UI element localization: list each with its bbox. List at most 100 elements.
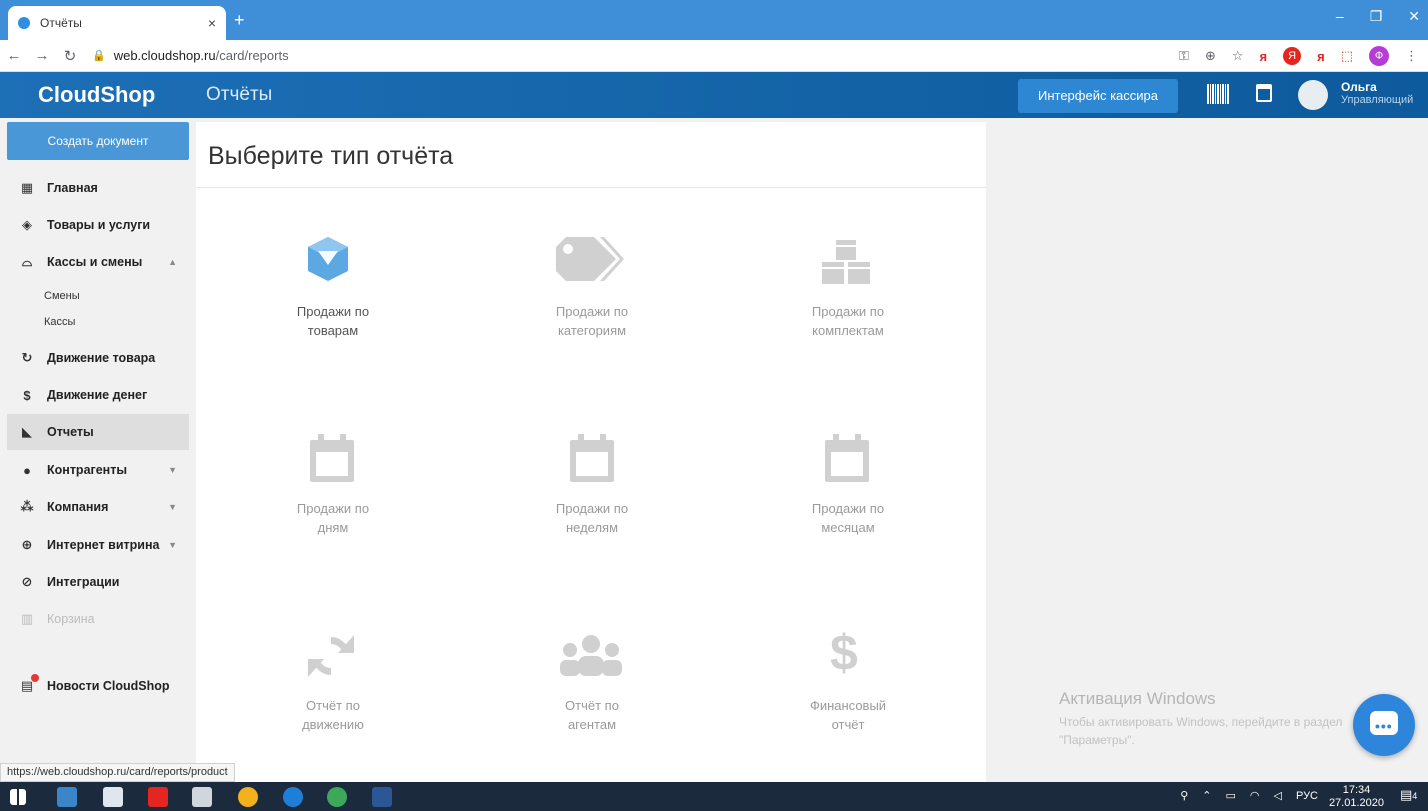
newspaper-icon: ▤ [20, 674, 39, 693]
sidebar-item-reports[interactable]: ◣ Отчеты [7, 414, 189, 450]
menu-dots-icon[interactable]: ⋮ [1405, 48, 1418, 64]
chevron-up-icon: ▲ [168, 257, 177, 267]
dollar-icon: $ [830, 625, 858, 681]
calculator-icon[interactable] [192, 787, 212, 807]
pdf-icon[interactable]: ⬚ [1341, 48, 1353, 64]
sidebar-item-integrations[interactable]: ⊘ Интеграции [7, 564, 189, 600]
clock[interactable]: 17:34 27.01.2020 [1329, 784, 1384, 810]
report-agents[interactable]: Отчёт по агентам [492, 696, 692, 734]
report-sales-by-categories[interactable]: Продажи по категориям [492, 302, 692, 340]
back-icon[interactable]: ← [0, 47, 28, 64]
yandex-icon[interactable]: я [1260, 49, 1268, 64]
sidebar-item-label: Интернет витрина [47, 538, 160, 552]
grid-icon: ▦ [20, 180, 34, 195]
torrent-icon[interactable] [327, 787, 347, 807]
report-movement[interactable]: Отчёт по движению [233, 696, 433, 734]
reload-icon[interactable]: ↻ [56, 47, 84, 65]
sidebar-item-home[interactable]: ▦ Главная [7, 170, 189, 206]
sidebar-item-goods-movement[interactable]: ↻ Движение товара [7, 340, 189, 376]
cashier-interface-button[interactable]: Интерфейс кассира [1018, 79, 1178, 113]
report-sales-by-days[interactable]: Продажи по дням [233, 499, 433, 537]
user-role: Управляющий [1341, 94, 1414, 106]
report-label: комплектам [812, 323, 884, 338]
explorer-icon[interactable] [57, 787, 77, 807]
report-label: агентам [567, 717, 617, 732]
wifi-icon[interactable]: ◠ [1250, 789, 1260, 802]
sidebar-item-label: Движение товара [47, 351, 156, 365]
user-name[interactable]: Ольга [1341, 80, 1377, 94]
profile-icon[interactable]: Ф [1369, 46, 1389, 66]
report-label: Продажи по [811, 501, 885, 516]
yandex-taskbar-icon[interactable] [148, 787, 168, 807]
report-label: Продажи по [555, 501, 629, 516]
url-field[interactable]: 🔒 web.cloudshop.ru/card/reports [92, 48, 289, 63]
sidebar-item-products[interactable]: ◈ Товары и услуги [7, 207, 189, 243]
sidebar-item-web-store[interactable]: ⊕ Интернет витрина ▼ [7, 527, 189, 563]
url-domain: web.cloudshop.ru [113, 48, 216, 63]
chrome-icon[interactable] [238, 787, 258, 807]
report-label: категориям [557, 323, 627, 338]
report-label: Продажи по [555, 304, 629, 319]
group-icon: ⁂ [20, 499, 34, 514]
avatar[interactable] [1298, 80, 1328, 110]
refresh-icon [308, 635, 354, 677]
chat-button[interactable]: ••• [1353, 694, 1415, 756]
report-label: Отчёт по [306, 698, 360, 713]
report-label: Отчёт по [565, 698, 619, 713]
star-icon[interactable]: ☆ [1232, 48, 1244, 64]
reports-panel: Выберите тип отчёта Продажи по товарам П… [196, 122, 986, 782]
tray-expand-icon[interactable]: ⌃ [1202, 789, 1211, 802]
key-icon[interactable]: ⚿ [1179, 48, 1189, 64]
refresh-icon: ↻ [21, 350, 33, 365]
create-document-button[interactable]: Создать документ [7, 122, 189, 160]
zoom-icon[interactable]: ⊕ [1205, 48, 1216, 64]
report-sales-by-weeks[interactable]: Продажи по неделям [492, 499, 692, 537]
barcode-icon[interactable] [1207, 84, 1229, 104]
report-sales-by-months[interactable]: Продажи по месяцам [748, 499, 948, 537]
notifications-icon[interactable]: ▤4 [1400, 787, 1420, 807]
notification-count: 4 [1412, 791, 1418, 801]
sidebar-subitem-shifts[interactable]: Смены [44, 290, 80, 302]
calendar-icon [570, 434, 614, 482]
window-controls: – ❐ ✕ [1336, 8, 1420, 25]
clock-date: 27.01.2020 [1328, 797, 1384, 809]
calendar-icon[interactable] [1256, 84, 1272, 102]
report-financial[interactable]: Финансовый отчёт [748, 696, 948, 734]
window-close-icon[interactable]: ✕ [1408, 8, 1420, 25]
tab-close-icon[interactable]: × [208, 15, 216, 31]
yandex-browser-icon[interactable]: Я [1283, 47, 1302, 65]
user-icon: ● [23, 462, 31, 478]
right-pane [986, 118, 1428, 782]
minimize-icon[interactable]: – [1336, 8, 1344, 25]
people-icon[interactable]: ⚲ [1180, 789, 1188, 802]
report-label: движению [302, 717, 364, 732]
new-tab-icon[interactable]: + [234, 10, 245, 31]
sidebar-item-contractors[interactable]: ● Контрагенты ▼ [7, 452, 189, 488]
yandex-small-icon[interactable]: я [1317, 49, 1325, 64]
windows-start-icon[interactable] [10, 789, 26, 805]
forward-icon[interactable]: → [28, 47, 56, 64]
status-url: https://web.cloudshop.ru/card/reports/pr… [0, 763, 235, 782]
sidebar-item-registers[interactable]: ⌓ Кассы и смены ▲ [7, 244, 189, 280]
chevron-down-icon: ▼ [168, 540, 177, 550]
sidebar-item-label: Товары и услуги [47, 218, 151, 232]
sidebar-item-money-movement[interactable]: $ Движение денег [7, 377, 189, 413]
lock-icon: 🔒 [92, 50, 106, 62]
sidebar-subitem-registers[interactable]: Кассы [44, 316, 75, 328]
mail-icon[interactable] [103, 787, 123, 807]
battery-icon[interactable]: ▭ [1225, 789, 1235, 802]
volume-icon[interactable]: ◁ [1274, 789, 1282, 802]
watermark-line: "Параметры". [1059, 733, 1135, 747]
sidebar-item-news[interactable]: ▤ Новости CloudShop [7, 668, 189, 704]
language-indicator[interactable]: РУС [1296, 790, 1318, 802]
word-icon[interactable] [372, 787, 392, 807]
edge-icon[interactable] [283, 787, 303, 807]
sidebar-item-company[interactable]: ⁂ Компания ▼ [7, 489, 189, 525]
app-logo[interactable]: CloudShop [38, 82, 155, 108]
report-sales-by-products[interactable]: Продажи по товарам [233, 302, 433, 340]
report-sales-by-kits[interactable]: Продажи по комплектам [748, 302, 948, 340]
restore-icon[interactable]: ❐ [1370, 8, 1383, 25]
browser-tab[interactable]: Отчёты × [8, 6, 226, 40]
trash-icon: ▥ [20, 611, 34, 626]
sidebar-item-label: Компания [47, 500, 109, 514]
